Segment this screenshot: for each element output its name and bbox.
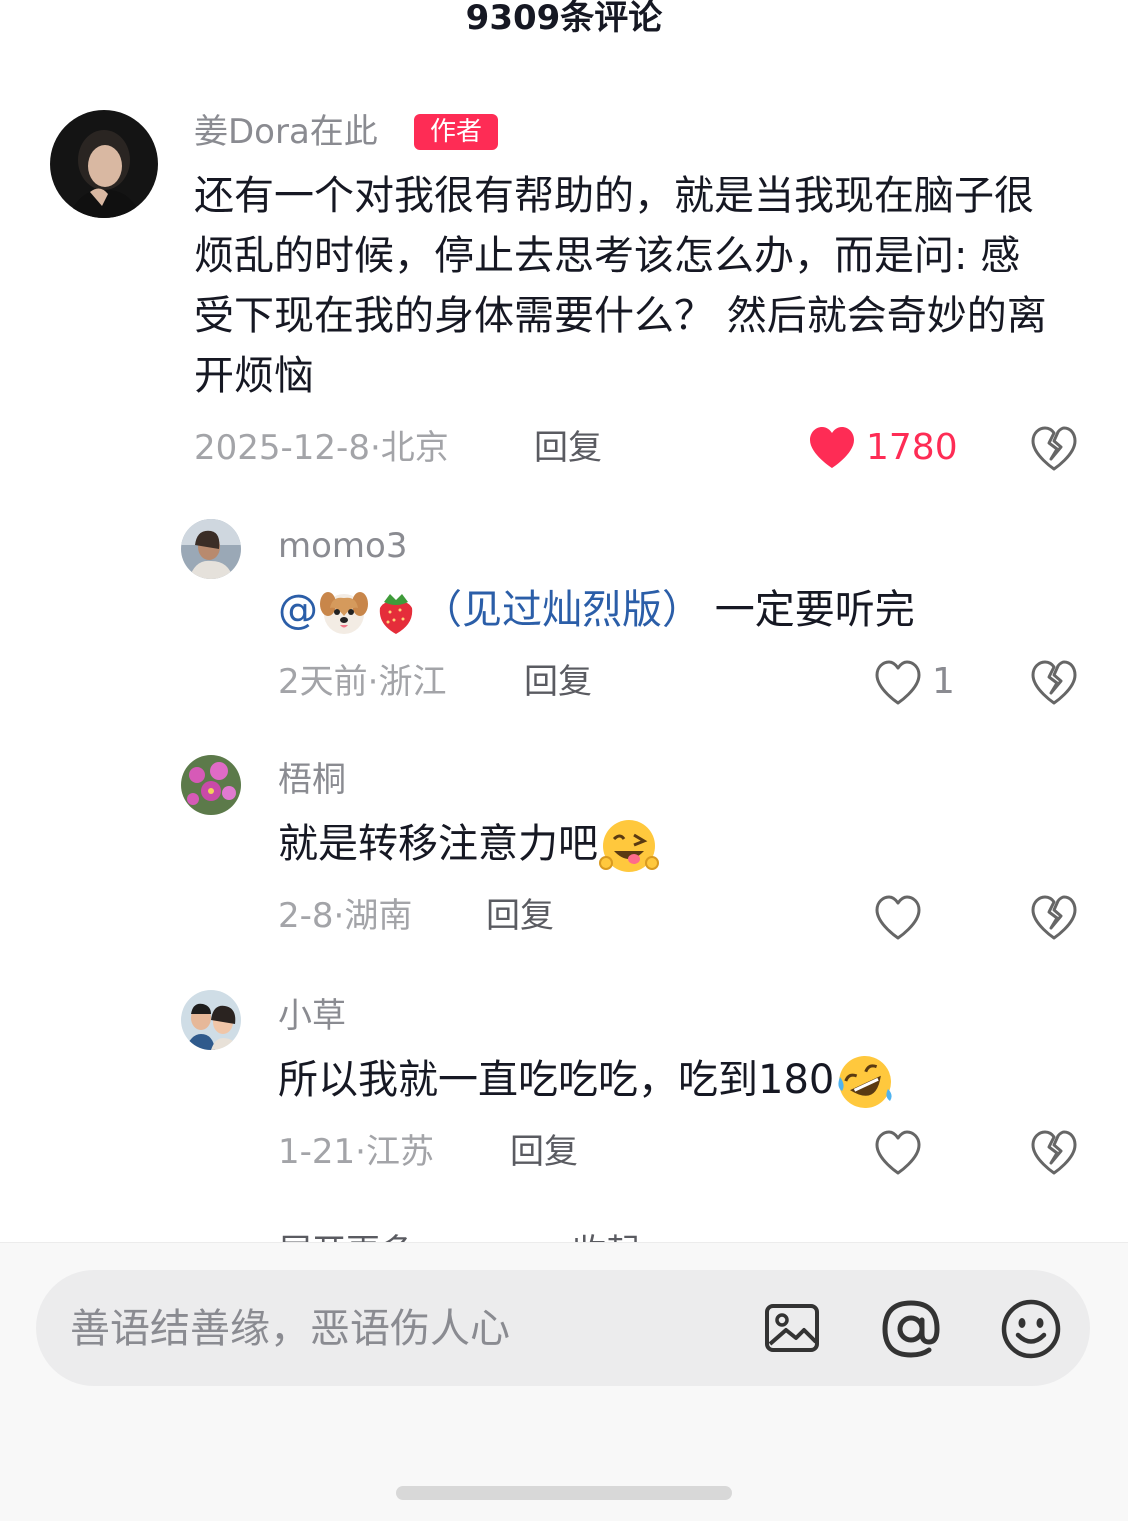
emoji-icon[interactable] [1000, 1298, 1062, 1360]
comment-username[interactable]: 小草 [278, 996, 346, 1036]
avatar[interactable] [181, 755, 241, 815]
strawberry-emoji-icon [370, 586, 422, 638]
winking-tongue-emoji-icon [598, 815, 660, 877]
comment-meta: 2天前·浙江 [278, 662, 447, 702]
like-count: 1780 [866, 427, 958, 468]
comment-meta: 2025-12-8·北京 [194, 428, 449, 468]
heart-icon[interactable] [874, 660, 922, 706]
heart-icon[interactable] [874, 895, 922, 941]
reply-button[interactable]: 回复 [510, 1132, 578, 1172]
avatar[interactable] [181, 519, 241, 579]
dog-emoji-icon [318, 586, 370, 638]
comment-text: 就是转移注意力吧 [278, 814, 1058, 877]
comment-username[interactable]: 姜Dora在此 [194, 112, 378, 152]
avatar[interactable] [181, 990, 241, 1050]
at-icon[interactable] [880, 1298, 942, 1360]
mention-suffix: （见过灿烈版） [422, 587, 702, 633]
comment-text: 所以我就一直吃吃吃，吃到180 [278, 1050, 1058, 1113]
comment-username[interactable]: 梧桐 [278, 760, 346, 800]
avatar[interactable] [50, 110, 158, 218]
page-title: 9309条评论 [465, 0, 663, 38]
like-count: 1 [932, 661, 955, 702]
reply-button[interactable]: 回复 [534, 428, 602, 468]
collapse-button[interactable]: 收起 [572, 1224, 640, 1244]
mention-at: @ [278, 587, 318, 633]
reply-button[interactable]: 回复 [486, 896, 554, 936]
comment-body: 一定要听完 [702, 587, 915, 633]
broken-heart-icon[interactable] [1030, 895, 1078, 941]
broken-heart-icon[interactable] [1030, 1130, 1078, 1176]
comment-body: 所以我就一直吃吃吃，吃到180 [278, 1057, 835, 1103]
expand-collapse-row: 展开更多 收起 [278, 1224, 778, 1244]
expand-more-button[interactable]: 展开更多 [278, 1224, 414, 1244]
image-icon[interactable] [764, 1300, 820, 1356]
reply-button[interactable]: 回复 [524, 662, 592, 702]
comment-text: @ （见过灿烈版） 一定要听完 [278, 580, 1058, 640]
home-indicator [396, 1486, 732, 1500]
rofl-emoji-icon [834, 1051, 896, 1113]
mention-link[interactable]: @ （见过灿烈版） [278, 587, 702, 634]
comment-text: 还有一个对我很有帮助的，就是当我现在脑子很烦乱的时候，停止去思考该怎么办，而是问… [194, 173, 1047, 399]
comment-input[interactable] [68, 1298, 712, 1360]
heart-icon[interactable] [874, 1130, 922, 1176]
heart-icon[interactable] [808, 426, 856, 470]
comment-body: 就是转移注意力吧 [278, 821, 598, 867]
author-badge: 作者 [414, 114, 498, 150]
broken-heart-icon[interactable] [1030, 426, 1078, 472]
broken-heart-icon[interactable] [1030, 660, 1078, 706]
comment-username[interactable]: momo3 [278, 526, 407, 566]
comment-meta: 1-21·江苏 [278, 1132, 434, 1172]
comment-meta: 2-8·湖南 [278, 896, 413, 936]
